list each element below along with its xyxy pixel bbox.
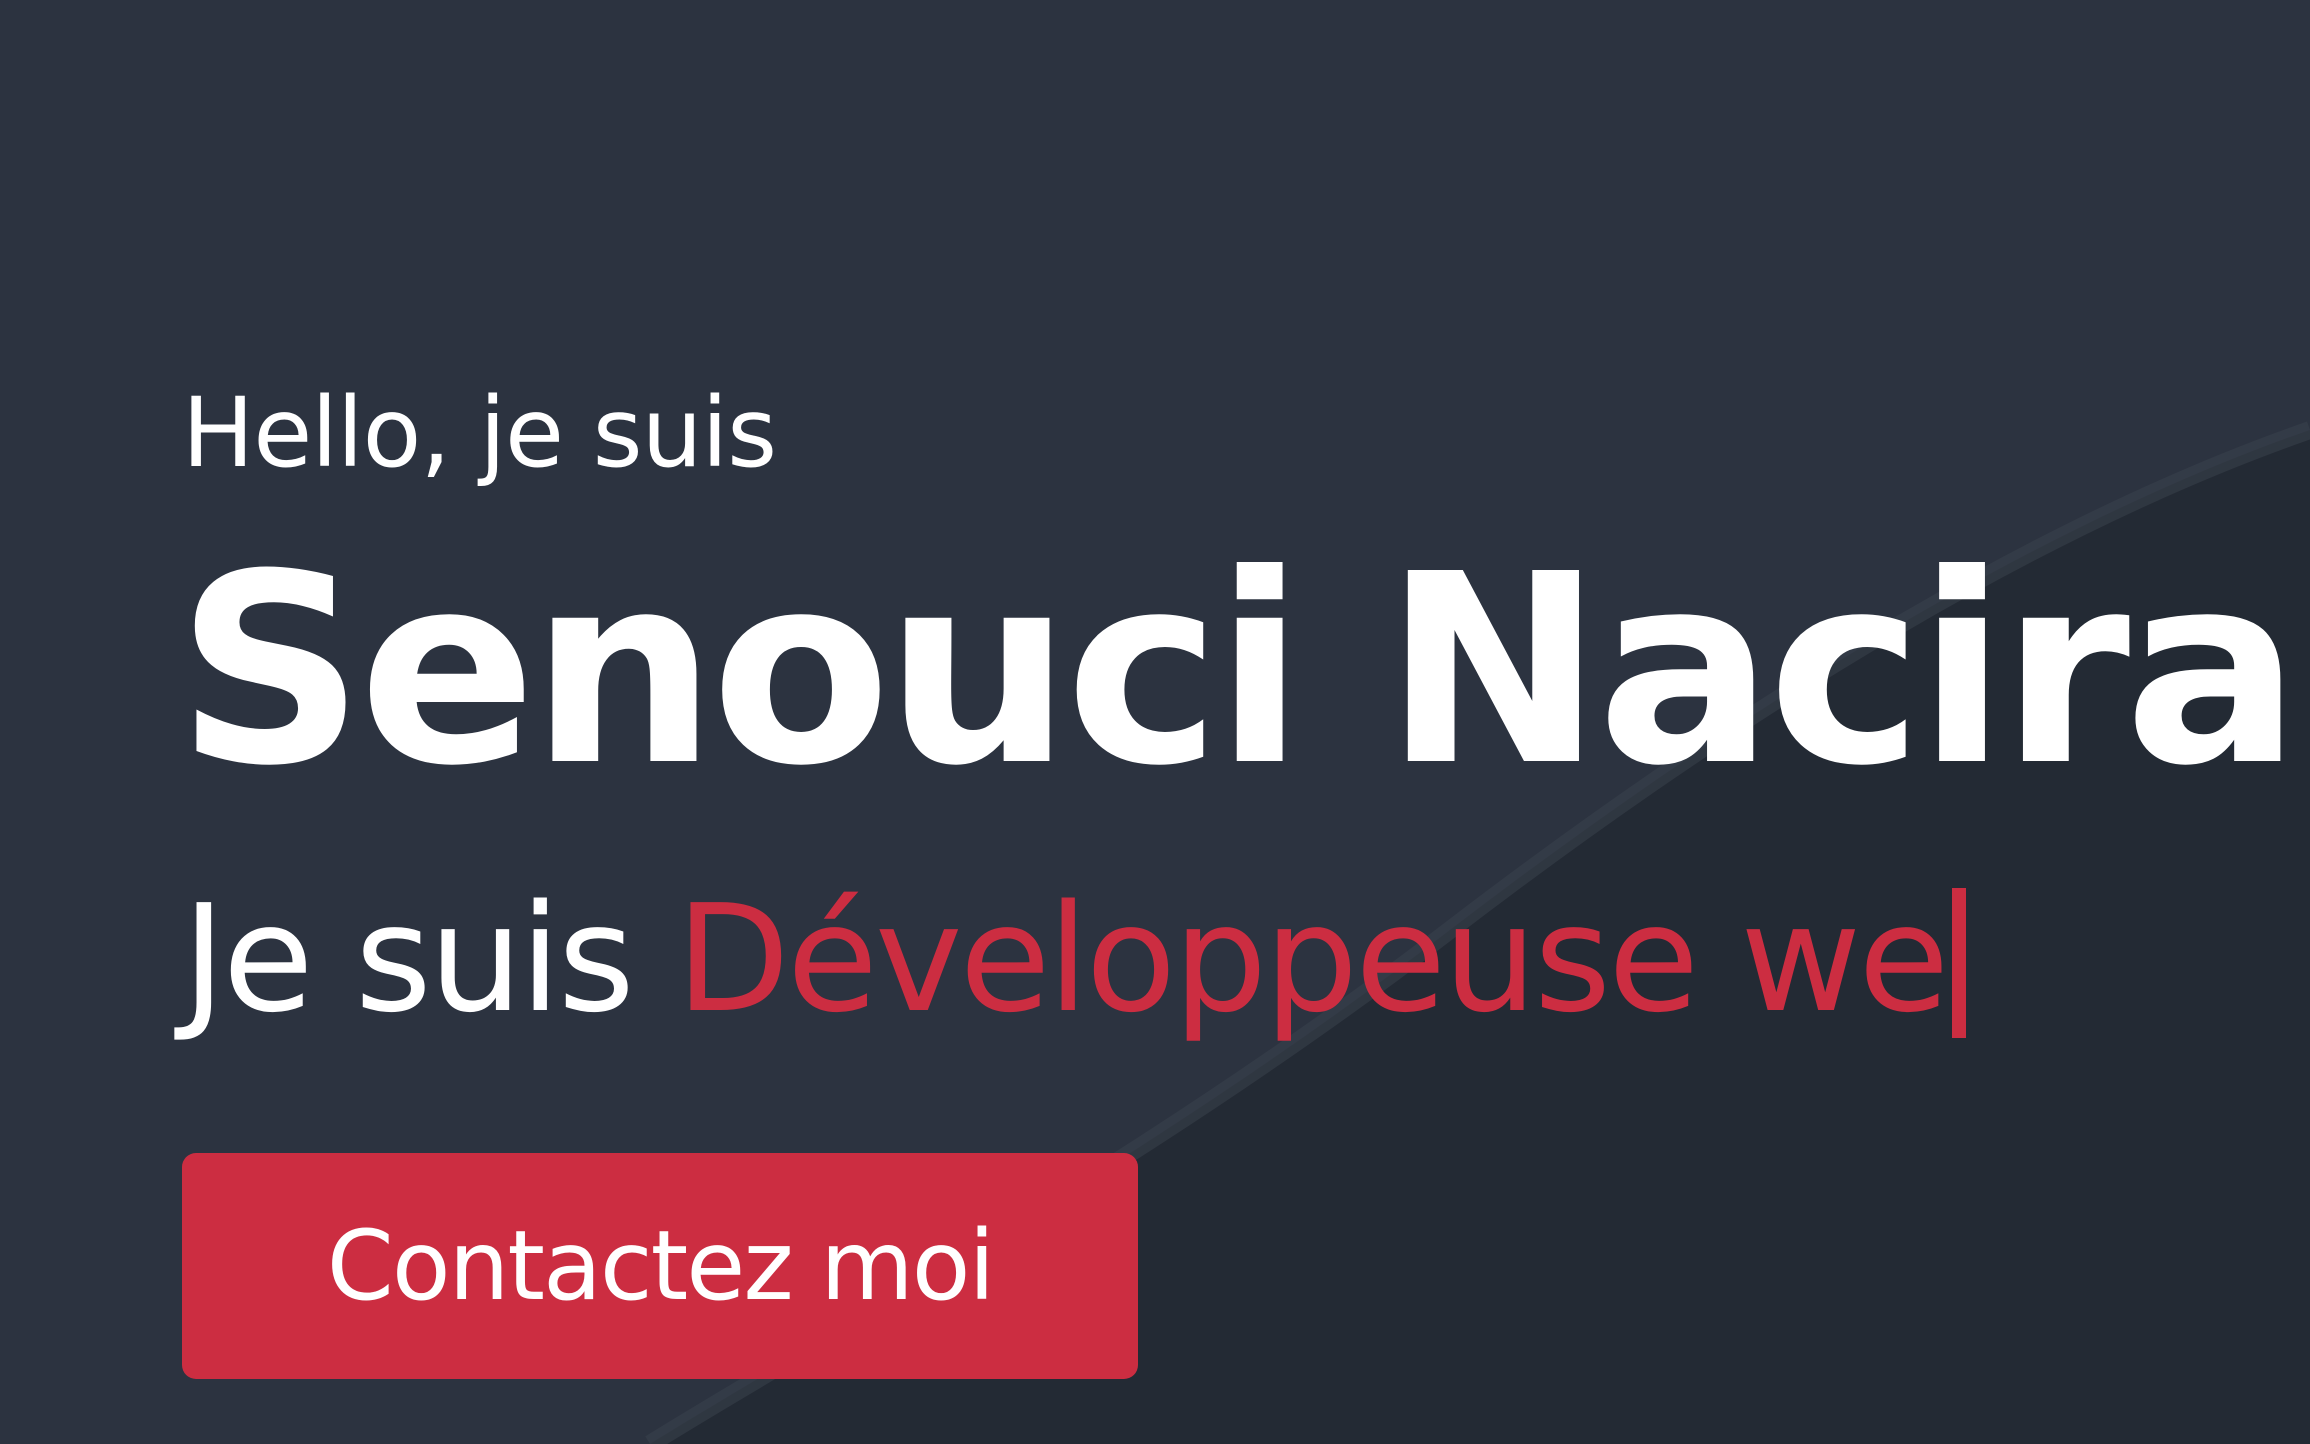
contact-button[interactable]: Contactez moi	[182, 1153, 1138, 1379]
tagline-prefix: Je suis	[182, 873, 676, 1045]
typing-cursor	[1952, 888, 1967, 1038]
tagline: Je suis Développeuse we	[182, 885, 1967, 1038]
hero-name: Senouci Nacira	[176, 518, 2301, 823]
greeting-text: Hello, je suis	[182, 377, 777, 489]
tagline-typed-role: Développeuse we	[675, 873, 1949, 1045]
